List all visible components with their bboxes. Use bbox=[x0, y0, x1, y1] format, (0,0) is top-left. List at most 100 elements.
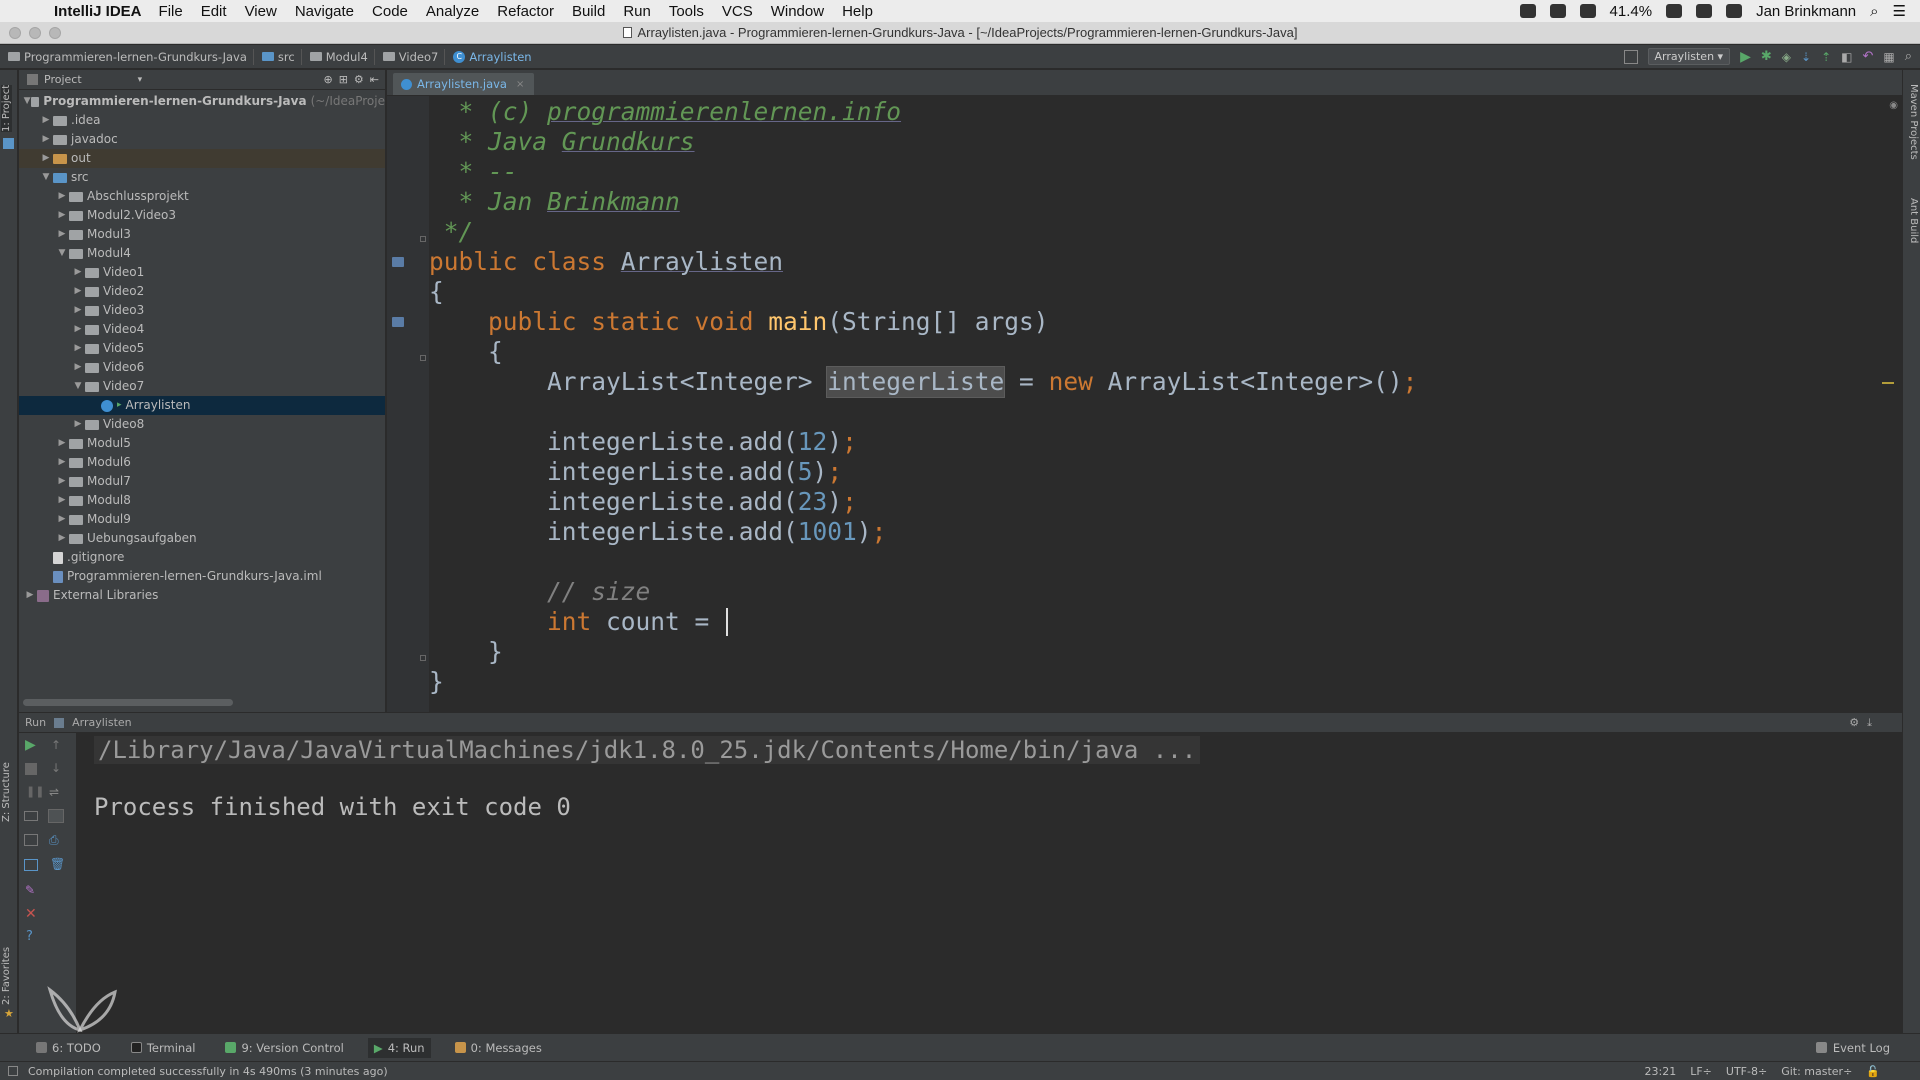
tree-item-modul3[interactable]: ▶ Modul3 bbox=[19, 225, 385, 244]
expand-arrow-icon[interactable]: ▶ bbox=[71, 320, 85, 339]
tool-tab-structure[interactable]: Z: Structure bbox=[1, 762, 12, 822]
menu-edit[interactable]: Edit bbox=[201, 3, 227, 20]
zoom-window-button[interactable] bbox=[49, 27, 61, 39]
run-icon[interactable]: ▶ bbox=[1740, 49, 1751, 65]
expand-arrow-icon[interactable]: ▶ bbox=[71, 339, 85, 358]
menu-build[interactable]: Build bbox=[572, 3, 605, 20]
coverage-icon[interactable]: ◈ bbox=[1782, 50, 1791, 64]
collapse-arrow-icon[interactable]: ▼ bbox=[55, 244, 69, 263]
close-tab-icon[interactable]: × bbox=[516, 79, 524, 90]
expand-arrow-icon[interactable]: ▶ bbox=[39, 111, 53, 130]
hide-run-panel-icon[interactable]: ⤓ bbox=[1867, 716, 1872, 730]
menu-window[interactable]: Window bbox=[771, 3, 824, 20]
revert-icon[interactable]: ↶ bbox=[1862, 49, 1873, 64]
expand-arrow-icon[interactable]: ▶ bbox=[71, 301, 85, 320]
help-icon[interactable]: ? bbox=[26, 929, 33, 944]
pin-icon[interactable]: ✎ bbox=[25, 883, 35, 897]
inspection-eye-icon[interactable]: ◉ bbox=[1889, 100, 1898, 111]
editor-tab-arraylisten[interactable]: Arraylisten.java × bbox=[393, 73, 535, 95]
build-icon[interactable] bbox=[1623, 49, 1638, 64]
tree-item-modul6[interactable]: ▶ Modul6 bbox=[19, 453, 385, 472]
tree-item-video1[interactable]: ▶ Video1 bbox=[19, 263, 385, 282]
run-console-output[interactable]: /Library/Java/JavaVirtualMachines/jdk1.8… bbox=[78, 733, 1902, 1033]
tree-item-external-libraries[interactable]: ▶ External Libraries bbox=[19, 586, 385, 605]
console-command-line[interactable]: /Library/Java/JavaVirtualMachines/jdk1.8… bbox=[94, 736, 1201, 764]
code-editor[interactable]: * (c) programmierenlernen.info * Java Gr… bbox=[387, 96, 1902, 712]
down-arrow-icon[interactable]: ↓ bbox=[51, 761, 61, 775]
tree-item-javadoc[interactable]: ▶ javadoc bbox=[19, 130, 385, 149]
evernote-icon[interactable] bbox=[1579, 4, 1596, 18]
tree-item-modul9[interactable]: ▶ Modul9 bbox=[19, 510, 385, 529]
compare-icon[interactable]: ◧ bbox=[1841, 50, 1852, 64]
stop-icon[interactable] bbox=[25, 763, 37, 775]
expand-arrow-icon[interactable]: ▶ bbox=[55, 510, 69, 529]
tree-item-modul2-video3[interactable]: ▶ Modul2.Video3 bbox=[19, 206, 385, 225]
vcs-commit-icon[interactable]: ⇡ bbox=[1821, 50, 1831, 64]
expand-arrow-icon[interactable]: ▶ bbox=[55, 453, 69, 472]
tree-item-iml[interactable]: Programmieren-lernen-Grundkurs-Java.iml bbox=[19, 567, 385, 586]
horizontal-scrollbar[interactable] bbox=[23, 699, 233, 706]
tree-item-gitignore[interactable]: .gitignore bbox=[19, 548, 385, 567]
menu-file[interactable]: File bbox=[159, 3, 183, 20]
tree-item-abschlussprojekt[interactable]: ▶ Abschlussprojekt bbox=[19, 187, 385, 206]
toggle-tool-windows-icon[interactable] bbox=[8, 1066, 18, 1076]
vcs-update-icon[interactable]: ⇣ bbox=[1801, 50, 1811, 64]
breadcrumb-src[interactable]: src bbox=[254, 48, 302, 65]
screen-icon[interactable] bbox=[1666, 4, 1683, 18]
layout-icon[interactable] bbox=[24, 859, 38, 871]
dropbox-icon[interactable] bbox=[1519, 4, 1536, 18]
fold-marker-icon[interactable] bbox=[420, 655, 426, 661]
close-window-button[interactable] bbox=[9, 27, 21, 39]
collapse-arrow-icon[interactable]: ▼ bbox=[23, 92, 31, 111]
rerun-icon[interactable]: ▶ bbox=[25, 737, 36, 753]
breadcrumb-video7[interactable]: Video7 bbox=[375, 48, 446, 65]
clear-trash-icon[interactable]: 🗑 bbox=[50, 857, 65, 871]
menu-code[interactable]: Code bbox=[372, 3, 408, 20]
run-panel-config[interactable]: Arraylisten bbox=[72, 716, 132, 729]
event-log-tab[interactable]: Event Log bbox=[1815, 1041, 1890, 1055]
menu-view[interactable]: View bbox=[245, 3, 277, 20]
tree-item-arraylisten[interactable]: ▸ Arraylisten bbox=[19, 396, 385, 415]
tool-tab-version-control[interactable]: 9: Version Control bbox=[219, 1038, 349, 1058]
line-separator[interactable]: LF÷ bbox=[1690, 1065, 1712, 1078]
tool-tab-terminal[interactable]: Terminal bbox=[125, 1038, 202, 1058]
tree-item-src[interactable]: ▼ src bbox=[19, 168, 385, 187]
battery-percent[interactable]: 41.4% bbox=[1610, 3, 1653, 20]
code-content[interactable]: * (c) programmierenlernen.info * Java Gr… bbox=[429, 96, 1417, 697]
tree-item-modul7[interactable]: ▶ Modul7 bbox=[19, 472, 385, 491]
breadcrumb-modul4[interactable]: Modul4 bbox=[302, 48, 375, 65]
run-settings-gear-icon[interactable]: ⚙ bbox=[1849, 716, 1859, 729]
fold-marker-icon[interactable] bbox=[420, 236, 426, 242]
fold-marker-icon[interactable] bbox=[420, 355, 426, 361]
time-machine-icon[interactable] bbox=[1726, 4, 1743, 18]
status-message[interactable]: Compilation completed successfully in 4s… bbox=[28, 1065, 388, 1078]
expand-arrow-icon[interactable]: ▶ bbox=[55, 206, 69, 225]
pause-icon[interactable]: ❚❚ bbox=[26, 785, 44, 798]
error-stripe-marker[interactable] bbox=[1882, 382, 1894, 384]
tool-tab-maven[interactable]: Maven Projects bbox=[1908, 84, 1919, 160]
search-everywhere-icon[interactable]: ⌕ bbox=[1905, 49, 1912, 64]
tree-item-video3[interactable]: ▶ Video3 bbox=[19, 301, 385, 320]
print-icon[interactable]: ⎙ bbox=[49, 833, 59, 848]
tree-item-video8[interactable]: ▶ Video8 bbox=[19, 415, 385, 434]
tool-tab-run[interactable]: ▶ 4: Run bbox=[367, 1037, 431, 1058]
tool-tab-project[interactable]: 1: Project bbox=[1, 84, 12, 132]
caret-position[interactable]: 23:21 bbox=[1645, 1065, 1677, 1078]
tool-tab-ant[interactable]: Ant Build bbox=[1908, 198, 1919, 243]
notification-center-icon[interactable]: ☰ bbox=[1893, 2, 1906, 20]
expand-arrow-icon[interactable]: ▶ bbox=[55, 472, 69, 491]
file-encoding[interactable]: UTF-8÷ bbox=[1726, 1065, 1767, 1078]
tool-tab-todo[interactable]: 6: TODO bbox=[30, 1038, 107, 1058]
tree-item-video6[interactable]: ▶ Video6 bbox=[19, 358, 385, 377]
app-name-menu[interactable]: IntelliJ IDEA bbox=[54, 3, 142, 20]
expand-arrow-icon[interactable]: ▶ bbox=[55, 187, 69, 206]
expand-arrow-icon[interactable]: ▶ bbox=[71, 263, 85, 282]
tree-item-modul4[interactable]: ▼ Modul4 bbox=[19, 244, 385, 263]
menu-run[interactable]: Run bbox=[623, 3, 651, 20]
breadcrumb-arraylisten[interactable]: C Arraylisten bbox=[445, 49, 537, 65]
expand-arrow-icon[interactable]: ▶ bbox=[23, 586, 37, 605]
expand-arrow-icon[interactable]: ▶ bbox=[55, 225, 69, 244]
menu-analyze[interactable]: Analyze bbox=[426, 3, 479, 20]
wifi-icon[interactable] bbox=[1696, 4, 1713, 18]
tree-item-video2[interactable]: ▶ Video2 bbox=[19, 282, 385, 301]
